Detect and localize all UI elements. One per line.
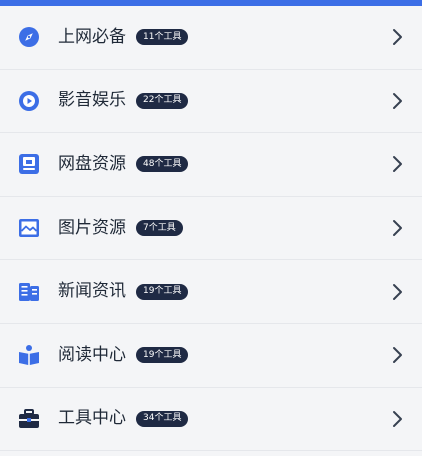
chevron-right-icon (390, 91, 404, 111)
category-item-image-resources[interactable]: 图片资源 7个工具 (0, 196, 422, 261)
tool-count-badge: 11个工具 (136, 29, 189, 46)
category-item-news[interactable]: 新闻资讯 19个工具 (0, 260, 422, 324)
category-label: 网盘资源 (58, 153, 126, 174)
category-list: 上网必备 11个工具 影音娱乐 22个工具 网盘资源 48个工具 图片资源 7个… (0, 6, 422, 452)
chevron-right-icon (390, 27, 404, 47)
news-icon (18, 281, 40, 303)
chevron-right-icon (390, 154, 404, 174)
play-icon (18, 90, 40, 112)
category-item-cloud-disk[interactable]: 网盘资源 48个工具 (0, 133, 422, 197)
category-label: 影音娱乐 (58, 90, 126, 111)
chevron-right-icon (390, 409, 404, 429)
tool-count-badge: 19个工具 (136, 347, 189, 364)
tool-count-badge: 22个工具 (136, 92, 189, 109)
list-bottom-spacer (0, 451, 422, 456)
compass-icon (18, 26, 40, 48)
category-label: 图片资源 (58, 217, 126, 238)
tool-count-badge: 34个工具 (136, 410, 189, 427)
book-icon (18, 344, 40, 366)
chevron-right-icon (390, 282, 404, 302)
image-icon (18, 217, 40, 239)
tool-count-badge: 7个工具 (136, 220, 183, 237)
tool-count-badge: 19个工具 (136, 283, 189, 300)
toolbox-icon (18, 408, 40, 430)
disk-icon (18, 153, 40, 175)
category-label: 工具中心 (58, 408, 126, 429)
category-label: 新闻资讯 (58, 281, 126, 302)
category-item-tool-center[interactable]: 工具中心 34个工具 (0, 387, 422, 452)
chevron-right-icon (390, 345, 404, 365)
category-label: 阅读中心 (58, 344, 126, 365)
tool-count-badge: 48个工具 (136, 156, 189, 173)
category-item-reading[interactable]: 阅读中心 19个工具 (0, 323, 422, 388)
chevron-right-icon (390, 218, 404, 238)
category-item-media-entertainment[interactable]: 影音娱乐 22个工具 (0, 69, 422, 134)
category-item-internet-essentials[interactable]: 上网必备 11个工具 (0, 6, 422, 70)
category-label: 上网必备 (58, 26, 126, 47)
